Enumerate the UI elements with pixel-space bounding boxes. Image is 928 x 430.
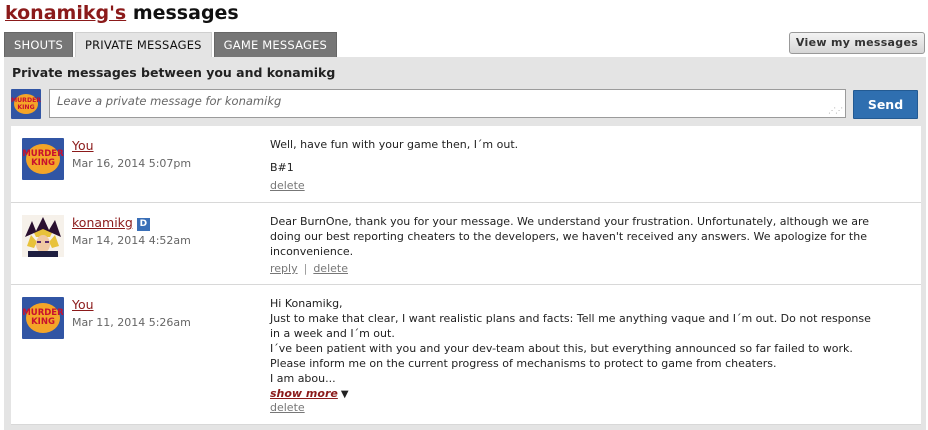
message-line: I am abou...	[270, 372, 336, 385]
author-avatar[interactable]: MURDER KING	[22, 138, 64, 180]
message-timestamp: Mar 11, 2014 5:26am	[72, 316, 191, 329]
message-line: inconvenience.	[270, 245, 354, 258]
send-button[interactable]: Send	[853, 90, 918, 119]
delete-link[interactable]: delete	[270, 401, 305, 414]
message-actions: delete	[270, 179, 305, 192]
avatar-logo-line-2: KING	[17, 104, 35, 111]
message-body: Hi Konamikg, Just to make that clear, I …	[270, 296, 910, 402]
resize-grip-icon[interactable]: ⋰⋰	[828, 106, 843, 115]
message-line: Well, have fun with your game then, I´m …	[270, 138, 519, 151]
private-message-input[interactable]: Leave a private message for konamikg ⋰⋰	[49, 89, 846, 118]
page-title: konamikg's messages	[5, 2, 239, 24]
message-line: in a week and I´m out.	[270, 327, 395, 340]
tab-game-messages[interactable]: GAME MESSAGES	[213, 32, 338, 57]
message-line: B#1	[270, 161, 294, 174]
message-timestamp: Mar 14, 2014 4:52am	[72, 234, 191, 247]
message-actions: reply | delete	[270, 262, 348, 275]
avatar-logo-line-2: KING	[31, 158, 55, 168]
message-item: MURDER KING You Mar 16, 2014 5:07pm Well…	[11, 126, 921, 203]
message-item: MURDER KING You Mar 11, 2014 5:26am Hi K…	[11, 285, 921, 425]
message-author-link[interactable]: konamikg D	[72, 215, 150, 231]
reply-link[interactable]: reply	[270, 262, 298, 275]
page-title-username[interactable]: konamikg's	[5, 2, 126, 24]
tab-shouts[interactable]: SHOUTS	[4, 32, 73, 57]
tab-private-messages[interactable]: PRIVATE MESSAGES	[74, 32, 212, 57]
delete-link[interactable]: delete	[270, 179, 305, 192]
panel-title: Private messages between you and konamik…	[12, 65, 336, 80]
my-avatar: MURDER KING	[11, 89, 41, 119]
show-more-row: show more ▼	[270, 386, 910, 402]
message-line: I´ve been patient with you and your dev-…	[270, 342, 853, 355]
author-avatar[interactable]	[22, 215, 64, 257]
view-my-messages-button[interactable]: View my messages	[789, 32, 925, 54]
expand-triangle-icon[interactable]: ▼	[341, 389, 349, 400]
message-body: Dear BurnOne, thank you for your message…	[270, 214, 910, 259]
avatar-logo-line-1: MURDER	[11, 97, 41, 104]
author-avatar[interactable]: MURDER KING	[22, 297, 64, 339]
page-title-suffix: messages	[126, 2, 239, 24]
delete-link[interactable]: delete	[313, 262, 348, 275]
message-item: konamikg D Mar 14, 2014 4:52am Dear BurnO…	[11, 203, 921, 285]
message-line: Dear BurnOne, thank you for your message…	[270, 215, 870, 228]
yami-yugi-avatar-icon	[22, 215, 64, 257]
developer-badge: D	[136, 218, 150, 231]
message-body: Well, have fun with your game then, I´m …	[270, 137, 910, 175]
message-line: doing our best reporting cheaters to the…	[270, 230, 867, 243]
message-line	[270, 152, 910, 160]
message-actions: delete	[270, 401, 305, 414]
message-author-link[interactable]: You	[72, 297, 94, 312]
action-separator: |	[303, 262, 308, 275]
message-line: Please inform me on the current progress…	[270, 357, 777, 370]
show-more-link[interactable]: show more	[270, 387, 338, 400]
private-message-placeholder: Leave a private message for konamikg	[57, 94, 282, 108]
message-line: Just to make that clear, I want realisti…	[270, 312, 871, 325]
message-author-link[interactable]: You	[72, 138, 94, 153]
message-timestamp: Mar 16, 2014 5:07pm	[72, 157, 192, 170]
message-line: Hi Konamikg,	[270, 297, 343, 310]
avatar-logo-line-2: KING	[31, 317, 55, 327]
message-author-name[interactable]: konamikg	[72, 215, 133, 230]
messages-panel: Private messages between you and konamik…	[4, 57, 926, 430]
tab-bar: SHOUTS PRIVATE MESSAGES GAME MESSAGES	[4, 32, 338, 57]
